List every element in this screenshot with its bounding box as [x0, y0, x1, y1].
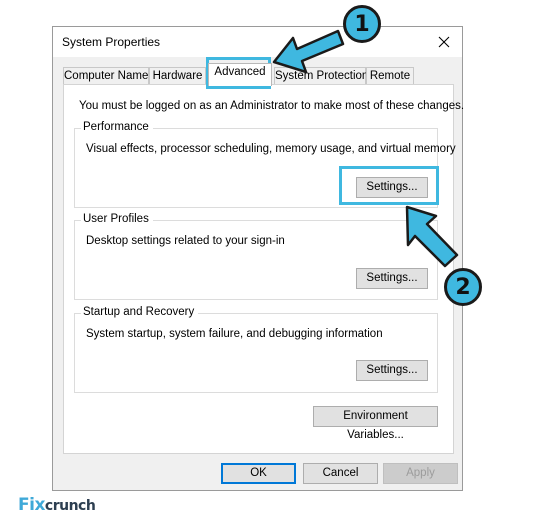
- fixcrunch-logo: Fixcrunch: [18, 495, 96, 515]
- arrow-left-icon: [272, 29, 345, 74]
- logo-fix-text: Fix: [18, 495, 45, 515]
- arrow-up-left-icon: [405, 205, 459, 268]
- tab-advanced[interactable]: Advanced: [208, 63, 272, 86]
- step-2-badge: 2: [444, 268, 482, 306]
- logo-crunch-text: crunch: [44, 498, 96, 514]
- pointer-arrows: [272, 29, 459, 268]
- step-1-badge: 1: [343, 5, 381, 43]
